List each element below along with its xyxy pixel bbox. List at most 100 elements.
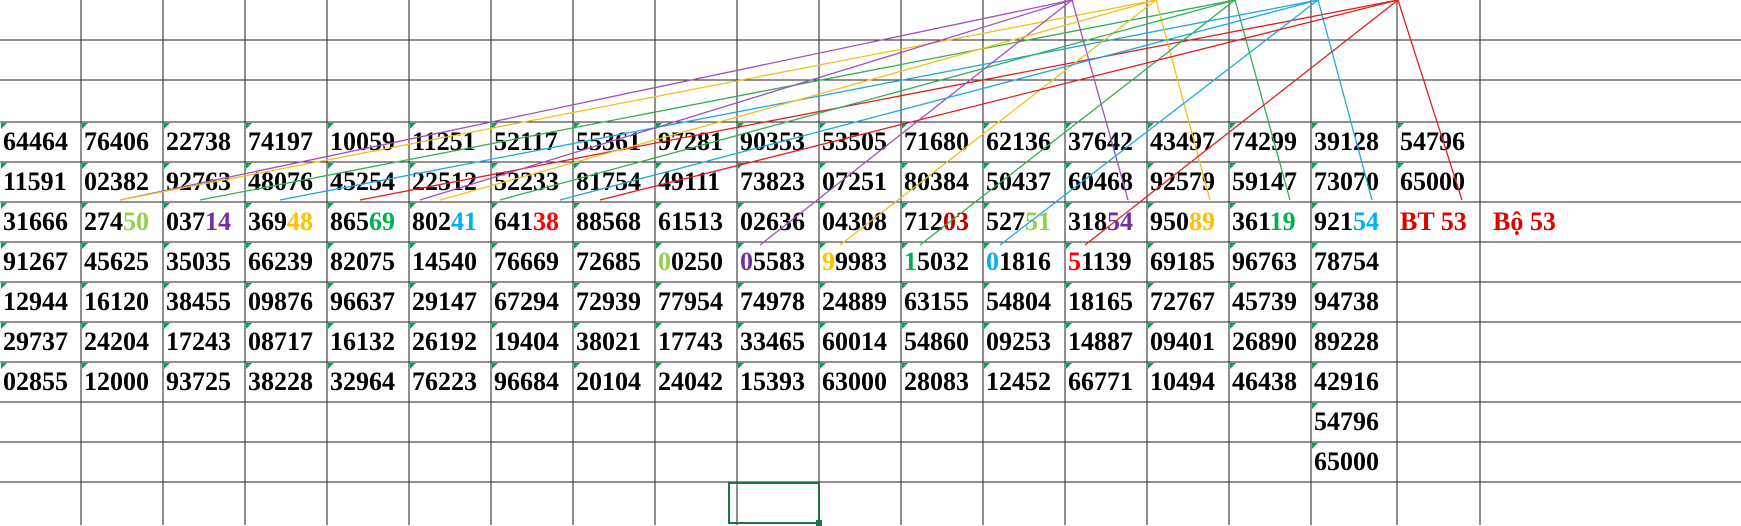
table-cell[interactable]: 09401 (1147, 322, 1229, 362)
table-cell[interactable]: 45739 (1229, 282, 1311, 322)
table-cell[interactable]: 96684 (491, 362, 573, 402)
table-cell[interactable]: 86569 (327, 202, 409, 242)
table-cell[interactable]: 80384 (901, 162, 983, 202)
table-cell[interactable]: 89228 (1311, 322, 1397, 362)
table-cell[interactable]: 60014 (819, 322, 901, 362)
table-cell[interactable]: 73823 (737, 162, 819, 202)
table-cell[interactable]: 24042 (655, 362, 737, 402)
table-cell[interactable]: 53505 (819, 122, 901, 162)
table-cell[interactable]: 55361 (573, 122, 655, 162)
table-cell[interactable]: 54796 (1311, 402, 1397, 442)
table-cell[interactable]: 15032 (901, 242, 983, 282)
table-cell[interactable]: 67294 (491, 282, 573, 322)
table-cell[interactable]: 97281 (655, 122, 737, 162)
table-cell[interactable]: 96637 (327, 282, 409, 322)
table-cell[interactable]: 91267 (0, 242, 81, 282)
table-cell[interactable]: 65000 (1397, 162, 1480, 202)
table-cell[interactable]: 81754 (573, 162, 655, 202)
table-cell[interactable]: 92763 (163, 162, 245, 202)
fill-handle[interactable] (816, 520, 822, 526)
table-cell[interactable]: 52233 (491, 162, 573, 202)
table-cell[interactable]: 99983 (819, 242, 901, 282)
table-cell[interactable]: 09876 (245, 282, 327, 322)
table-cell[interactable]: 45254 (327, 162, 409, 202)
table-cell[interactable]: 78754 (1311, 242, 1397, 282)
table-cell[interactable]: 54860 (901, 322, 983, 362)
table-cell[interactable]: 96763 (1229, 242, 1311, 282)
table-cell[interactable]: 48076 (245, 162, 327, 202)
table-cell[interactable]: 09253 (983, 322, 1065, 362)
table-cell[interactable]: 45625 (81, 242, 163, 282)
table-cell[interactable]: 02636 (737, 202, 819, 242)
table-cell[interactable]: 32964 (327, 362, 409, 402)
table-cell[interactable]: 94738 (1311, 282, 1397, 322)
table-cell[interactable]: 50437 (983, 162, 1065, 202)
selected-cell[interactable] (728, 482, 822, 526)
table-cell[interactable]: 74299 (1229, 122, 1311, 162)
table-cell[interactable]: 93725 (163, 362, 245, 402)
table-cell[interactable]: 62136 (983, 122, 1065, 162)
table-cell[interactable]: 10059 (327, 122, 409, 162)
table-cell[interactable]: 36119 (1229, 202, 1311, 242)
table-cell[interactable]: 76669 (491, 242, 573, 282)
table-cell[interactable]: 29147 (409, 282, 491, 322)
table-cell[interactable]: 88568 (573, 202, 655, 242)
table-cell[interactable]: 26890 (1229, 322, 1311, 362)
table-cell[interactable]: 74197 (245, 122, 327, 162)
table-cell[interactable]: 71203 (901, 202, 983, 242)
table-cell[interactable]: 38228 (245, 362, 327, 402)
table-cell[interactable]: 59147 (1229, 162, 1311, 202)
table-cell[interactable]: 90353 (737, 122, 819, 162)
table-cell[interactable]: 01816 (983, 242, 1065, 282)
table-cell[interactable]: 38455 (163, 282, 245, 322)
table-cell[interactable]: 95089 (1147, 202, 1229, 242)
table-cell[interactable]: 15393 (737, 362, 819, 402)
table-cell[interactable]: 72685 (573, 242, 655, 282)
table-cell[interactable]: 16132 (327, 322, 409, 362)
table-cell[interactable]: 20104 (573, 362, 655, 402)
table-cell[interactable]: 73070 (1311, 162, 1397, 202)
table-cell[interactable]: 22512 (409, 162, 491, 202)
table-cell[interactable]: 05583 (737, 242, 819, 282)
table-cell[interactable]: 54804 (983, 282, 1065, 322)
table-cell[interactable]: 82075 (327, 242, 409, 282)
table-cell[interactable]: 33465 (737, 322, 819, 362)
table-cell[interactable]: 02382 (81, 162, 163, 202)
table-cell[interactable]: 52117 (491, 122, 573, 162)
table-cell[interactable]: 11591 (0, 162, 81, 202)
table-cell[interactable]: 27450 (81, 202, 163, 242)
table-cell[interactable]: 54796 (1397, 122, 1480, 162)
table-cell[interactable]: 12452 (983, 362, 1065, 402)
table-cell[interactable]: 35035 (163, 242, 245, 282)
table-cell[interactable]: 31854 (1065, 202, 1147, 242)
table-cell[interactable]: 46438 (1229, 362, 1311, 402)
table-cell[interactable]: 36948 (245, 202, 327, 242)
table-cell[interactable]: 14887 (1065, 322, 1147, 362)
table-cell[interactable]: 63000 (819, 362, 901, 402)
table-cell[interactable]: 17743 (655, 322, 737, 362)
table-cell[interactable]: 12000 (81, 362, 163, 402)
table-cell[interactable]: 51139 (1065, 242, 1147, 282)
table-cell[interactable]: 10494 (1147, 362, 1229, 402)
table-cell[interactable]: 37642 (1065, 122, 1147, 162)
table-cell[interactable]: 64464 (0, 122, 81, 162)
table-cell[interactable]: 76406 (81, 122, 163, 162)
table-cell[interactable]: 02855 (0, 362, 81, 402)
table-cell[interactable]: 31666 (0, 202, 81, 242)
table-cell[interactable]: 71680 (901, 122, 983, 162)
table-cell[interactable]: 16120 (81, 282, 163, 322)
table-cell[interactable]: 26192 (409, 322, 491, 362)
table-cell[interactable]: 42916 (1311, 362, 1397, 402)
table-cell[interactable]: 49111 (655, 162, 737, 202)
table-cell[interactable]: 24204 (81, 322, 163, 362)
table-cell[interactable]: 76223 (409, 362, 491, 402)
table-cell[interactable]: 74978 (737, 282, 819, 322)
table-cell[interactable]: 03714 (163, 202, 245, 242)
table-cell[interactable]: 14540 (409, 242, 491, 282)
table-cell[interactable]: 39128 (1311, 122, 1397, 162)
table-cell[interactable]: 72939 (573, 282, 655, 322)
table-cell[interactable]: 38021 (573, 322, 655, 362)
table-cell[interactable]: 19404 (491, 322, 573, 362)
table-cell[interactable]: 11251 (409, 122, 491, 162)
table-cell[interactable]: 29737 (0, 322, 81, 362)
